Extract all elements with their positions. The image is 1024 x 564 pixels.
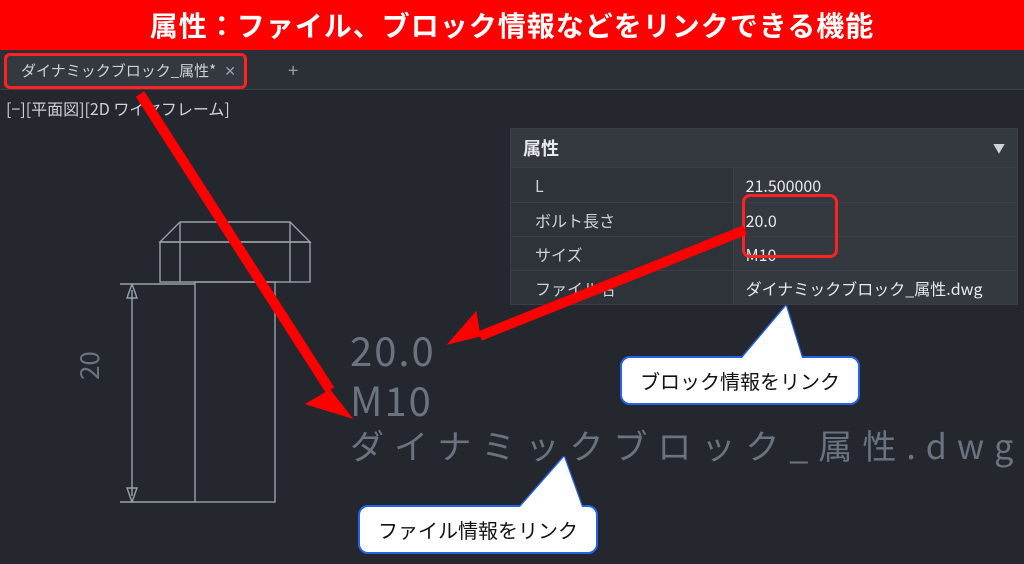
plus-icon: +: [288, 57, 298, 83]
attr-val-size[interactable]: M10: [734, 237, 1017, 270]
attr-val-filename[interactable]: ダイナミックブロック_属性.dwg: [734, 271, 1017, 304]
close-icon[interactable]: ✕: [222, 63, 238, 79]
attribute-panel: 属性 ▼ L 21.500000 ボルト長さ 20.0 サイズ M10 ファイル…: [510, 128, 1018, 305]
viewport-label[interactable]: [−][平面図][2D ワイヤフレーム]: [6, 96, 230, 120]
document-tab-strip: ダイナミックブロック_属性* ✕ +: [0, 50, 1024, 90]
attribute-panel-header[interactable]: 属性 ▼: [511, 129, 1017, 168]
attr-key-L: L: [511, 168, 734, 202]
chevron-down-icon[interactable]: ▼: [993, 140, 1005, 157]
model-viewport[interactable]: [−][平面図][2D ワイヤフレーム] 20 20.0 M10 ダイナミックブ…: [0, 90, 1024, 564]
attr-key-filename: ファイル名: [511, 271, 734, 304]
annotation-bubble-block-text: ブロック情報をリンク: [640, 366, 840, 395]
document-tab[interactable]: ダイナミックブロック_属性* ✕: [4, 53, 247, 89]
attr-val-bolt-length[interactable]: 20.0: [734, 203, 1017, 236]
attr-key-bolt-length: ボルト長さ: [511, 203, 734, 236]
document-tab-label: ダイナミックブロック_属性*: [21, 60, 216, 81]
dimension-label-20: 20: [70, 351, 107, 380]
attr-key-size: サイズ: [511, 237, 734, 270]
annotation-bubble-file-text: ファイル情報をリンク: [378, 515, 578, 544]
annotation-bubble-file: ファイル情報をリンク: [358, 505, 598, 554]
table-row: サイズ M10: [511, 236, 1017, 270]
attr-val-L[interactable]: 21.500000: [734, 168, 1017, 202]
table-row: ファイル名 ダイナミックブロック_属性.dwg: [511, 270, 1017, 304]
bolt-drawing: [120, 212, 340, 512]
table-row: L 21.500000: [511, 168, 1017, 202]
drawing-attr-filename: ダイナミックブロック_属性.dwg: [350, 420, 1023, 469]
add-tab-button[interactable]: +: [277, 54, 309, 86]
attribute-panel-title: 属性: [523, 135, 559, 161]
annotation-title-bar: 属性：ファイル、ブロック情報などをリンクできる機能: [0, 0, 1024, 50]
annotation-bubble-block: ブロック情報をリンク: [620, 356, 860, 405]
table-row: ボルト長さ 20.0: [511, 202, 1017, 236]
attribute-table: L 21.500000 ボルト長さ 20.0 サイズ M10 ファイル名 ダイナ…: [511, 168, 1017, 304]
annotation-title: 属性：ファイル、ブロック情報などをリンクできる機能: [150, 5, 874, 45]
